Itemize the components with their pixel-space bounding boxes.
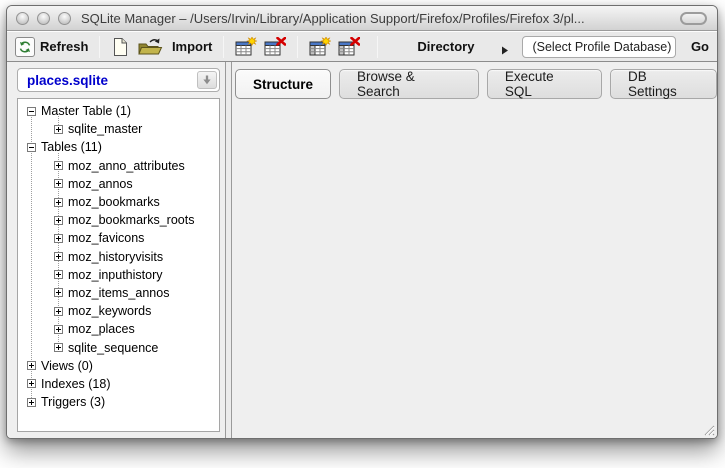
refresh-button[interactable]: Refresh xyxy=(15,37,88,57)
tree-section-indexes[interactable]: Indexes (18) xyxy=(18,375,219,393)
tree-item[interactable]: moz_items_annos xyxy=(18,284,219,302)
expand-icon[interactable] xyxy=(54,234,63,243)
go-button[interactable]: Go xyxy=(691,39,709,54)
profile-database-select-value: (Select Profile Database) xyxy=(523,40,675,54)
app-window: SQLite Manager – /Users/Irvin/Library/Ap… xyxy=(6,5,718,439)
toolbar: Refresh Import xyxy=(7,31,717,62)
directory-menu-label[interactable]: Directory xyxy=(417,39,474,54)
tab-browse-search[interactable]: Browse & Search xyxy=(339,69,479,99)
tree-item-label: moz_anno_attributes xyxy=(68,159,185,173)
title-bar: SQLite Manager – /Users/Irvin/Library/Ap… xyxy=(7,6,717,31)
refresh-label: Refresh xyxy=(40,39,88,54)
tree-item-label: moz_annos xyxy=(68,177,133,191)
expand-icon[interactable] xyxy=(54,288,63,297)
resize-grip[interactable] xyxy=(701,422,715,436)
sidebar-splitter[interactable] xyxy=(225,62,232,438)
toolbar-toggle-pill-button[interactable] xyxy=(680,12,707,25)
tree-item-label: moz_keywords xyxy=(68,304,151,318)
database-selector-dropdown-arrow-icon[interactable] xyxy=(197,71,217,89)
expand-icon[interactable] xyxy=(54,216,63,225)
tree-section-triggers[interactable]: Triggers (3) xyxy=(18,393,219,411)
toolbar-separator xyxy=(377,36,378,58)
toolbar-separator xyxy=(99,36,100,58)
minimize-window-button[interactable] xyxy=(37,12,50,25)
main-panel: Structure Browse & Search Execute SQL DB… xyxy=(232,62,717,438)
zoom-window-button[interactable] xyxy=(58,12,71,25)
tree-item-label: moz_items_annos xyxy=(68,286,169,300)
expand-icon[interactable] xyxy=(54,125,63,134)
window-controls xyxy=(16,12,71,25)
database-selector-value: places.sqlite xyxy=(18,73,197,88)
new-database-icon[interactable] xyxy=(111,37,130,57)
tree-item-label: sqlite_sequence xyxy=(68,341,158,355)
drop-index-icon[interactable] xyxy=(338,37,360,57)
tree-section-label: Tables (11) xyxy=(41,140,102,154)
profile-database-select[interactable]: (Select Profile Database) xyxy=(522,36,675,58)
tree-section-label: Master Table (1) xyxy=(41,104,131,118)
database-object-tree: Master Table (1) sqlite_master Tables (1… xyxy=(17,98,220,432)
collapse-icon[interactable] xyxy=(27,143,36,152)
import-label[interactable]: Import xyxy=(172,39,212,54)
tab-execute-sql[interactable]: Execute SQL xyxy=(487,69,602,99)
tree-item-sqlite-master[interactable]: sqlite_master xyxy=(18,120,219,138)
refresh-icon xyxy=(15,37,35,57)
tree-section-master-table[interactable]: Master Table (1) xyxy=(18,102,219,120)
tree-item[interactable]: moz_historyvisits xyxy=(18,248,219,266)
window-title: SQLite Manager – /Users/Irvin/Library/Ap… xyxy=(81,11,585,26)
expand-icon[interactable] xyxy=(27,398,36,407)
tree-item[interactable]: moz_places xyxy=(18,320,219,338)
sidebar: places.sqlite Master Table (1) sqlite_ma… xyxy=(7,62,225,438)
expand-icon[interactable] xyxy=(54,307,63,316)
create-index-icon[interactable] xyxy=(309,37,331,57)
tree-item[interactable]: moz_keywords xyxy=(18,302,219,320)
tree-item[interactable]: moz_bookmarks_roots xyxy=(18,211,219,229)
directory-menu-arrow-icon[interactable] xyxy=(501,42,509,51)
tree-item-label: moz_inputhistory xyxy=(68,268,163,282)
expand-icon[interactable] xyxy=(27,379,36,388)
expand-icon[interactable] xyxy=(54,252,63,261)
toolbar-separator xyxy=(223,36,224,58)
tree-item[interactable]: sqlite_sequence xyxy=(18,338,219,356)
tree-children-tables: moz_anno_attributes moz_annos moz_bookma… xyxy=(18,157,219,357)
database-selector[interactable]: places.sqlite xyxy=(17,68,220,92)
tree-item-label: moz_places xyxy=(68,322,135,336)
open-database-folder-icon[interactable] xyxy=(137,37,165,57)
tree-section-tables[interactable]: Tables (11) xyxy=(18,138,219,156)
tree-item[interactable]: moz_bookmarks xyxy=(18,193,219,211)
expand-icon[interactable] xyxy=(54,325,63,334)
tree-section-label: Views (0) xyxy=(41,359,93,373)
tree-section-label: Triggers (3) xyxy=(41,395,105,409)
collapse-icon[interactable] xyxy=(27,107,36,116)
expand-icon[interactable] xyxy=(54,161,63,170)
drop-table-icon[interactable] xyxy=(264,37,286,57)
tab-bar: Structure Browse & Search Execute SQL DB… xyxy=(232,62,717,99)
expand-icon[interactable] xyxy=(54,270,63,279)
tree-item-label: moz_historyvisits xyxy=(68,250,163,264)
tree-item-label: moz_favicons xyxy=(68,231,144,245)
tree-item[interactable]: moz_annos xyxy=(18,175,219,193)
tab-structure[interactable]: Structure xyxy=(235,69,331,99)
expand-icon[interactable] xyxy=(54,179,63,188)
tree-item-label: moz_bookmarks_roots xyxy=(68,213,194,227)
tree-section-views[interactable]: Views (0) xyxy=(18,357,219,375)
expand-icon[interactable] xyxy=(54,198,63,207)
tree-item-label: sqlite_master xyxy=(68,122,142,136)
create-table-icon[interactable] xyxy=(235,37,257,57)
app-body: places.sqlite Master Table (1) sqlite_ma… xyxy=(7,62,717,438)
toolbar-separator xyxy=(297,36,298,58)
tree-children-master-table: sqlite_master xyxy=(18,120,219,138)
expand-icon[interactable] xyxy=(27,361,36,370)
tree-item[interactable]: moz_anno_attributes xyxy=(18,157,219,175)
tree-item-label: moz_bookmarks xyxy=(68,195,160,209)
tree-item[interactable]: moz_favicons xyxy=(18,229,219,247)
tree-item[interactable]: moz_inputhistory xyxy=(18,266,219,284)
expand-icon[interactable] xyxy=(54,343,63,352)
tab-db-settings[interactable]: DB Settings xyxy=(610,69,717,99)
close-window-button[interactable] xyxy=(16,12,29,25)
tree-section-label: Indexes (18) xyxy=(41,377,110,391)
